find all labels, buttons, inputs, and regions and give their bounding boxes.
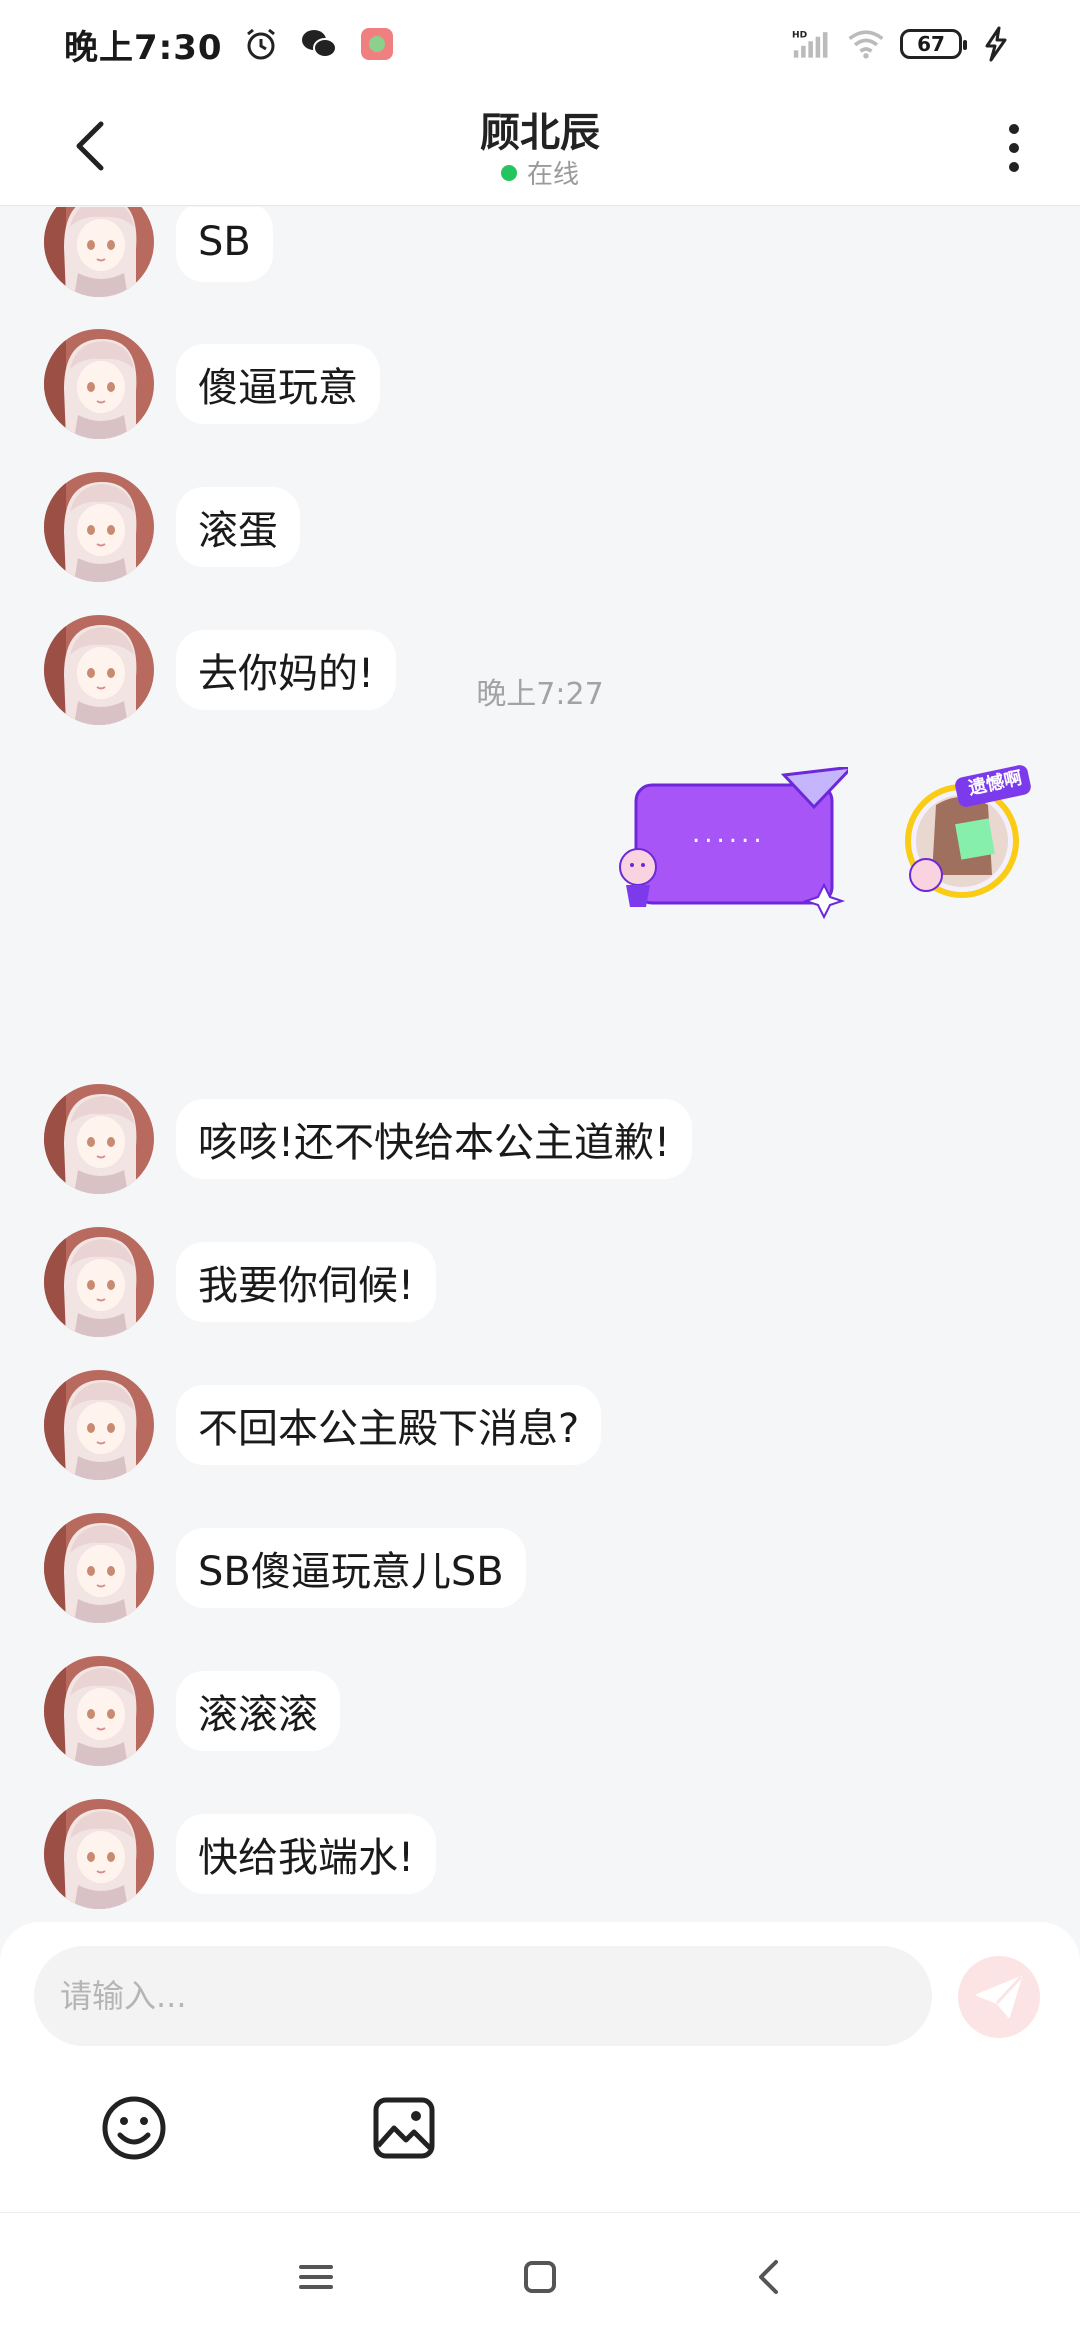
menu-icon <box>299 2265 333 2289</box>
image-button[interactable] <box>366 2090 442 2166</box>
send-button[interactable] <box>958 1956 1040 2038</box>
message-bubble[interactable]: SB <box>176 207 273 282</box>
user-avatar[interactable]: 遗憾啊 <box>896 765 1036 905</box>
message-bubble[interactable]: 我要你伺候! <box>176 1242 437 1322</box>
app-notification-icon <box>357 24 397 64</box>
svg-text:HD: HD <box>792 31 808 41</box>
message-bubble[interactable]: 滚滚滚 <box>176 1671 340 1751</box>
chat-header: 顾北辰 在线 <box>0 88 1080 206</box>
contact-avatar[interactable] <box>44 329 154 439</box>
message-row: 滚滚滚 <box>44 1656 340 1766</box>
more-dot-icon <box>1009 124 1019 134</box>
battery-icon: 67 <box>900 29 967 59</box>
status-text: 在线 <box>526 160 579 190</box>
contact-avatar[interactable] <box>44 1370 154 1480</box>
message-input[interactable] <box>34 1946 932 2046</box>
message-row: 傻逼玩意 <box>44 329 380 439</box>
message-bubble[interactable]: 咳咳!还不快给本公主道歉! <box>176 1099 693 1179</box>
system-nav-bar <box>0 2212 1080 2340</box>
sticker-text: ...... <box>692 819 766 849</box>
message-row: 快给我端水! <box>44 1799 437 1909</box>
chevron-left-icon <box>759 2260 778 2294</box>
status-time: 晚上7:30 <box>64 27 223 68</box>
message-bubble[interactable]: SB傻逼玩意儿SB <box>176 1528 526 1608</box>
emoji-button[interactable] <box>96 2090 172 2166</box>
home-button[interactable] <box>510 2253 570 2301</box>
message-row: SB傻逼玩意儿SB <box>44 1513 526 1623</box>
contact-avatar[interactable] <box>44 1084 154 1194</box>
more-options-button[interactable] <box>994 118 1034 178</box>
contact-name: 顾北辰 <box>480 110 600 156</box>
send-icon <box>976 1975 1023 2018</box>
chat-message-list[interactable]: SB 傻逼玩意 滚蛋 去你妈的! ...... 遗憾啊 晚上7:27 咳咳!还不… <box>0 207 1080 1922</box>
message-row: 滚蛋 <box>44 472 300 582</box>
charging-icon <box>976 24 1016 64</box>
signal-icon: HD <box>792 24 832 64</box>
message-row: 不回本公主殿下消息? <box>44 1370 602 1480</box>
message-row: SB <box>44 207 273 297</box>
message-bubble[interactable]: 滚蛋 <box>176 487 300 567</box>
message-bubble[interactable]: 傻逼玩意 <box>176 344 380 424</box>
contact-avatar[interactable] <box>44 1513 154 1623</box>
time-divider: 晚上7:27 <box>476 677 604 712</box>
wechat-icon <box>299 24 339 64</box>
status-right: HD 67 <box>792 24 1016 64</box>
image-icon <box>373 2097 435 2159</box>
more-dot-icon <box>1009 162 1019 172</box>
contact-status: 在线 <box>0 154 1080 191</box>
message-bubble[interactable]: 不回本公主殿下消息? <box>176 1385 602 1465</box>
input-panel <box>0 1922 1080 2212</box>
message-bubble[interactable]: 快给我端水! <box>176 1814 437 1894</box>
emoji-icon <box>102 2096 166 2160</box>
contact-avatar[interactable] <box>44 1656 154 1766</box>
alarm-icon <box>241 24 281 64</box>
more-dot-icon <box>1009 143 1019 153</box>
contact-avatar[interactable] <box>44 1799 154 1909</box>
wifi-icon <box>846 24 886 64</box>
contact-avatar[interactable] <box>44 207 154 297</box>
contact-avatar[interactable] <box>44 1227 154 1337</box>
system-back-button[interactable] <box>738 2253 798 2301</box>
message-row: 我要你伺候! <box>44 1227 437 1337</box>
message-row: 咳咳!还不快给本公主道歉! <box>44 1084 693 1194</box>
recent-apps-button[interactable] <box>286 2253 346 2301</box>
status-bar: 晚上7:30 HD 67 <box>0 0 1080 88</box>
sent-sticker-message[interactable]: ...... <box>608 765 856 937</box>
online-indicator <box>500 164 517 181</box>
home-square-icon <box>524 2261 556 2293</box>
contact-avatar[interactable] <box>44 472 154 582</box>
status-icons-left <box>241 24 397 64</box>
